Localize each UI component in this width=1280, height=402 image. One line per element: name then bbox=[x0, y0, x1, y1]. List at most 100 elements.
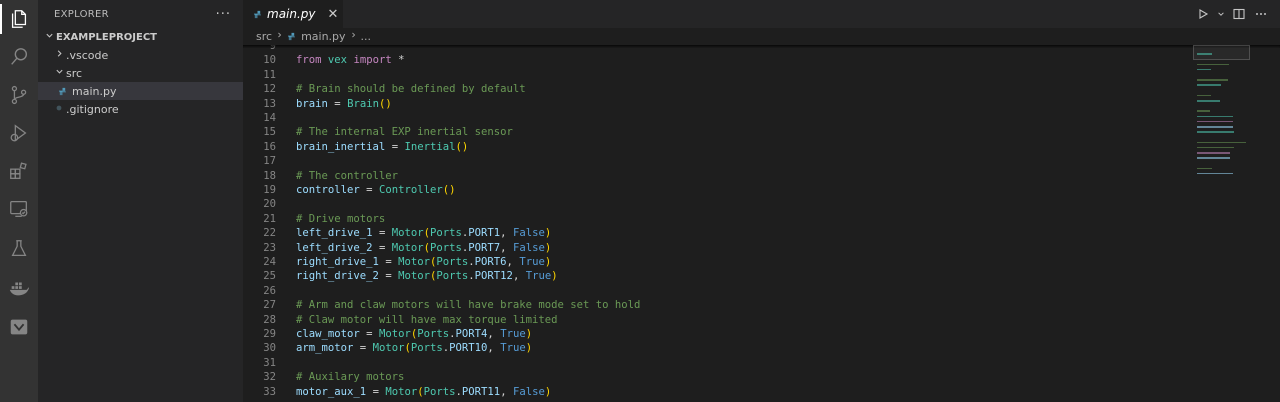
editor-actions bbox=[1194, 0, 1270, 28]
breadcrumb-file[interactable]: main.py bbox=[301, 30, 345, 43]
chevron-right-icon bbox=[276, 31, 283, 42]
line-number: 10 bbox=[263, 54, 276, 67]
line-number: 16 bbox=[263, 140, 276, 153]
minimap-line bbox=[1197, 146, 1234, 149]
code-text: brain = Brain() bbox=[296, 97, 392, 110]
explorer-sidebar: EXPLORER ··· EXAMPLEPROJECT .vscode src … bbox=[38, 0, 243, 402]
tree-item-label: .vscode bbox=[66, 48, 109, 62]
minimap-line bbox=[1197, 79, 1228, 81]
minimap-line bbox=[1197, 172, 1233, 175]
python-file-icon bbox=[58, 87, 67, 95]
line-number: 25 bbox=[263, 270, 276, 283]
project-folder[interactable]: EXAMPLEPROJECT bbox=[38, 28, 243, 46]
code-text: arm_motor = Motor(Ports.PORT10, True) bbox=[296, 342, 533, 355]
remote-explorer-icon[interactable] bbox=[0, 192, 38, 226]
tree-item-label: main.py bbox=[72, 84, 117, 98]
minimap[interactable] bbox=[1193, 45, 1273, 402]
line-number: 28 bbox=[263, 313, 276, 326]
line-number: 19 bbox=[263, 184, 276, 196]
minimap-line bbox=[1197, 68, 1211, 71]
code-text: motor_aux_1 = Motor(Ports.PORT11, False) bbox=[296, 385, 552, 398]
chevron-down-icon[interactable] bbox=[1216, 5, 1226, 23]
minimap-line bbox=[1197, 152, 1231, 154]
line-number: 18 bbox=[263, 169, 276, 182]
testing-icon[interactable] bbox=[0, 232, 38, 266]
code-text: # Arm and claw motors will have brake mo… bbox=[296, 299, 641, 312]
line-number: 13 bbox=[263, 97, 276, 110]
python-file-icon bbox=[287, 32, 296, 41]
code-text: right_drive_1 = Motor(Ports.PORT6, True) bbox=[296, 256, 552, 268]
docker-icon[interactable] bbox=[0, 271, 38, 305]
project-name: EXAMPLEPROJECT bbox=[56, 31, 158, 43]
code-text: left_drive_1 = Motor(Ports.PORT1, False) bbox=[296, 227, 552, 240]
line-number: 14 bbox=[263, 112, 276, 124]
code-text: claw_motor = Motor(Ports.PORT4, True) bbox=[296, 328, 533, 340]
breadcrumb-symbols[interactable]: ... bbox=[361, 30, 372, 43]
line-number: 26 bbox=[263, 284, 276, 297]
tree-item-gitignore[interactable]: .gitignore bbox=[38, 100, 243, 118]
code-text: # The controller bbox=[296, 169, 399, 182]
tree-item-main-py[interactable]: main.py bbox=[38, 82, 243, 100]
line-number: 30 bbox=[263, 342, 276, 355]
line-number: 15 bbox=[263, 126, 276, 139]
code-text: right_drive_2 = Motor(Ports.PORT12, True… bbox=[296, 270, 558, 283]
tab-label: main.py bbox=[267, 7, 316, 21]
run-debug-icon[interactable] bbox=[0, 116, 38, 150]
code-text: brain_inertial = Inertial() bbox=[296, 140, 469, 153]
scroll-shadow bbox=[243, 45, 1280, 48]
source-control-icon[interactable] bbox=[0, 78, 38, 112]
explorer-header: EXPLORER ··· bbox=[38, 0, 243, 28]
line-number: 24 bbox=[263, 256, 276, 268]
tab-bar: main.py ✕ bbox=[243, 0, 1280, 28]
run-icon[interactable] bbox=[1194, 5, 1212, 23]
split-editor-icon[interactable] bbox=[1230, 5, 1248, 23]
search-icon[interactable] bbox=[0, 40, 38, 74]
code-text: # Claw motor will have max torque limite… bbox=[296, 313, 558, 326]
minimap-line bbox=[1197, 94, 1212, 97]
line-number: 31 bbox=[263, 356, 276, 369]
minimap-line bbox=[1197, 110, 1210, 112]
more-actions-icon[interactable] bbox=[1252, 5, 1270, 23]
line-number: 23 bbox=[263, 241, 276, 254]
tree-item-label: .gitignore bbox=[66, 102, 119, 116]
extensions-icon[interactable] bbox=[0, 154, 38, 188]
minimap-line bbox=[1197, 141, 1246, 144]
chevron-right-icon bbox=[52, 49, 66, 61]
tree-item-label: src bbox=[66, 66, 83, 80]
chevron-down-icon bbox=[52, 67, 66, 79]
line-number: 12 bbox=[263, 83, 276, 96]
code-text: # The internal EXP inertial sensor bbox=[296, 126, 513, 139]
activity-bar bbox=[0, 0, 38, 402]
code-text: from vex import * bbox=[296, 54, 405, 67]
editor-area: main.py ✕ src main.py ... 9 10 from vex … bbox=[243, 0, 1280, 402]
line-number: 21 bbox=[263, 212, 276, 225]
breadcrumb: src main.py ... bbox=[243, 28, 1280, 45]
chevron-right-icon bbox=[350, 31, 357, 42]
minimap-line bbox=[1197, 131, 1234, 133]
line-number: 33 bbox=[263, 385, 276, 398]
minimap-line bbox=[1197, 100, 1220, 102]
tree-item-vscode[interactable]: .vscode bbox=[38, 46, 243, 64]
minimap-line bbox=[1197, 115, 1233, 118]
line-number: 27 bbox=[263, 299, 276, 312]
code-text: # Drive motors bbox=[296, 212, 386, 225]
line-number: 32 bbox=[263, 371, 276, 384]
close-icon[interactable]: ✕ bbox=[328, 7, 339, 22]
more-actions-icon[interactable]: ··· bbox=[216, 7, 231, 22]
files-icon[interactable] bbox=[0, 2, 38, 36]
line-number: 29 bbox=[263, 328, 276, 340]
python-file-icon bbox=[253, 10, 262, 18]
line-number: 22 bbox=[263, 227, 276, 240]
explorer-title: EXPLORER bbox=[54, 8, 109, 20]
code-text: # Brain should be defined by default bbox=[296, 83, 526, 96]
minimap-line bbox=[1197, 53, 1213, 55]
vex-icon[interactable] bbox=[0, 310, 38, 344]
code-editor[interactable]: 9 10 from vex import * 11 12 # Brain should b… bbox=[243, 45, 1183, 402]
tab-main-py[interactable]: main.py ✕ bbox=[243, 0, 343, 28]
chevron-down-icon bbox=[42, 31, 56, 43]
minimap-line bbox=[1197, 84, 1222, 86]
code-text: controller = Controller() bbox=[296, 184, 456, 196]
tree-item-src[interactable]: src bbox=[38, 64, 243, 82]
breadcrumb-folder[interactable]: src bbox=[256, 30, 272, 43]
minimap-line bbox=[1197, 167, 1213, 170]
